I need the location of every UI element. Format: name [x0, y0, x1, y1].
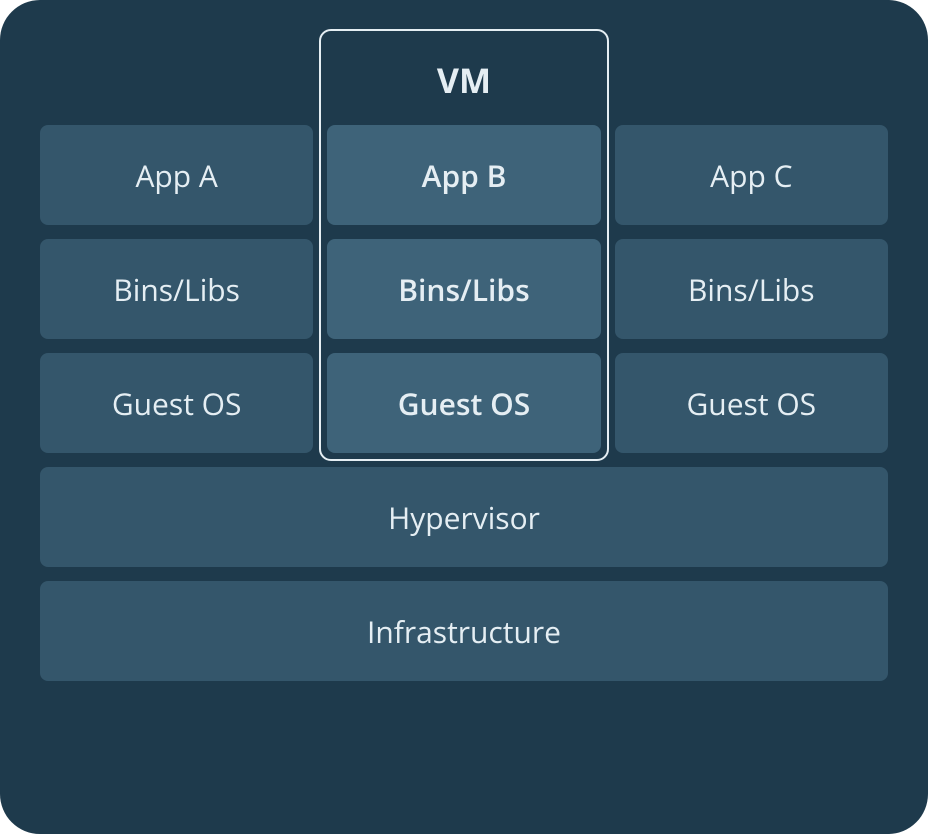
bins-cell: Bins/Libs: [40, 239, 313, 339]
guest-os-cell: Guest OS: [40, 353, 313, 453]
app-cell: App C: [615, 125, 888, 225]
app-cell-highlighted: App B: [327, 125, 600, 225]
vm-column-a: App A Bins/Libs Guest OS: [40, 125, 313, 453]
vm-label-row: VM: [40, 35, 888, 125]
vm-title: VM: [323, 57, 605, 103]
bins-cell-highlighted: Bins/Libs: [327, 239, 600, 339]
vm-stack-section: VM App A Bins/Libs Guest OS App B Bins/L…: [40, 35, 888, 453]
guest-os-cell: Guest OS: [615, 353, 888, 453]
vm-columns: App A Bins/Libs Guest OS App B Bins/Libs…: [40, 125, 888, 453]
infrastructure-layer: Infrastructure: [40, 581, 888, 681]
hypervisor-layer: Hypervisor: [40, 467, 888, 567]
vm-column-c: App C Bins/Libs Guest OS: [615, 125, 888, 453]
app-cell: App A: [40, 125, 313, 225]
vm-column-b: App B Bins/Libs Guest OS: [327, 125, 600, 453]
vm-architecture-diagram: VM App A Bins/Libs Guest OS App B Bins/L…: [0, 0, 928, 834]
guest-os-cell-highlighted: Guest OS: [327, 353, 600, 453]
bins-cell: Bins/Libs: [615, 239, 888, 339]
